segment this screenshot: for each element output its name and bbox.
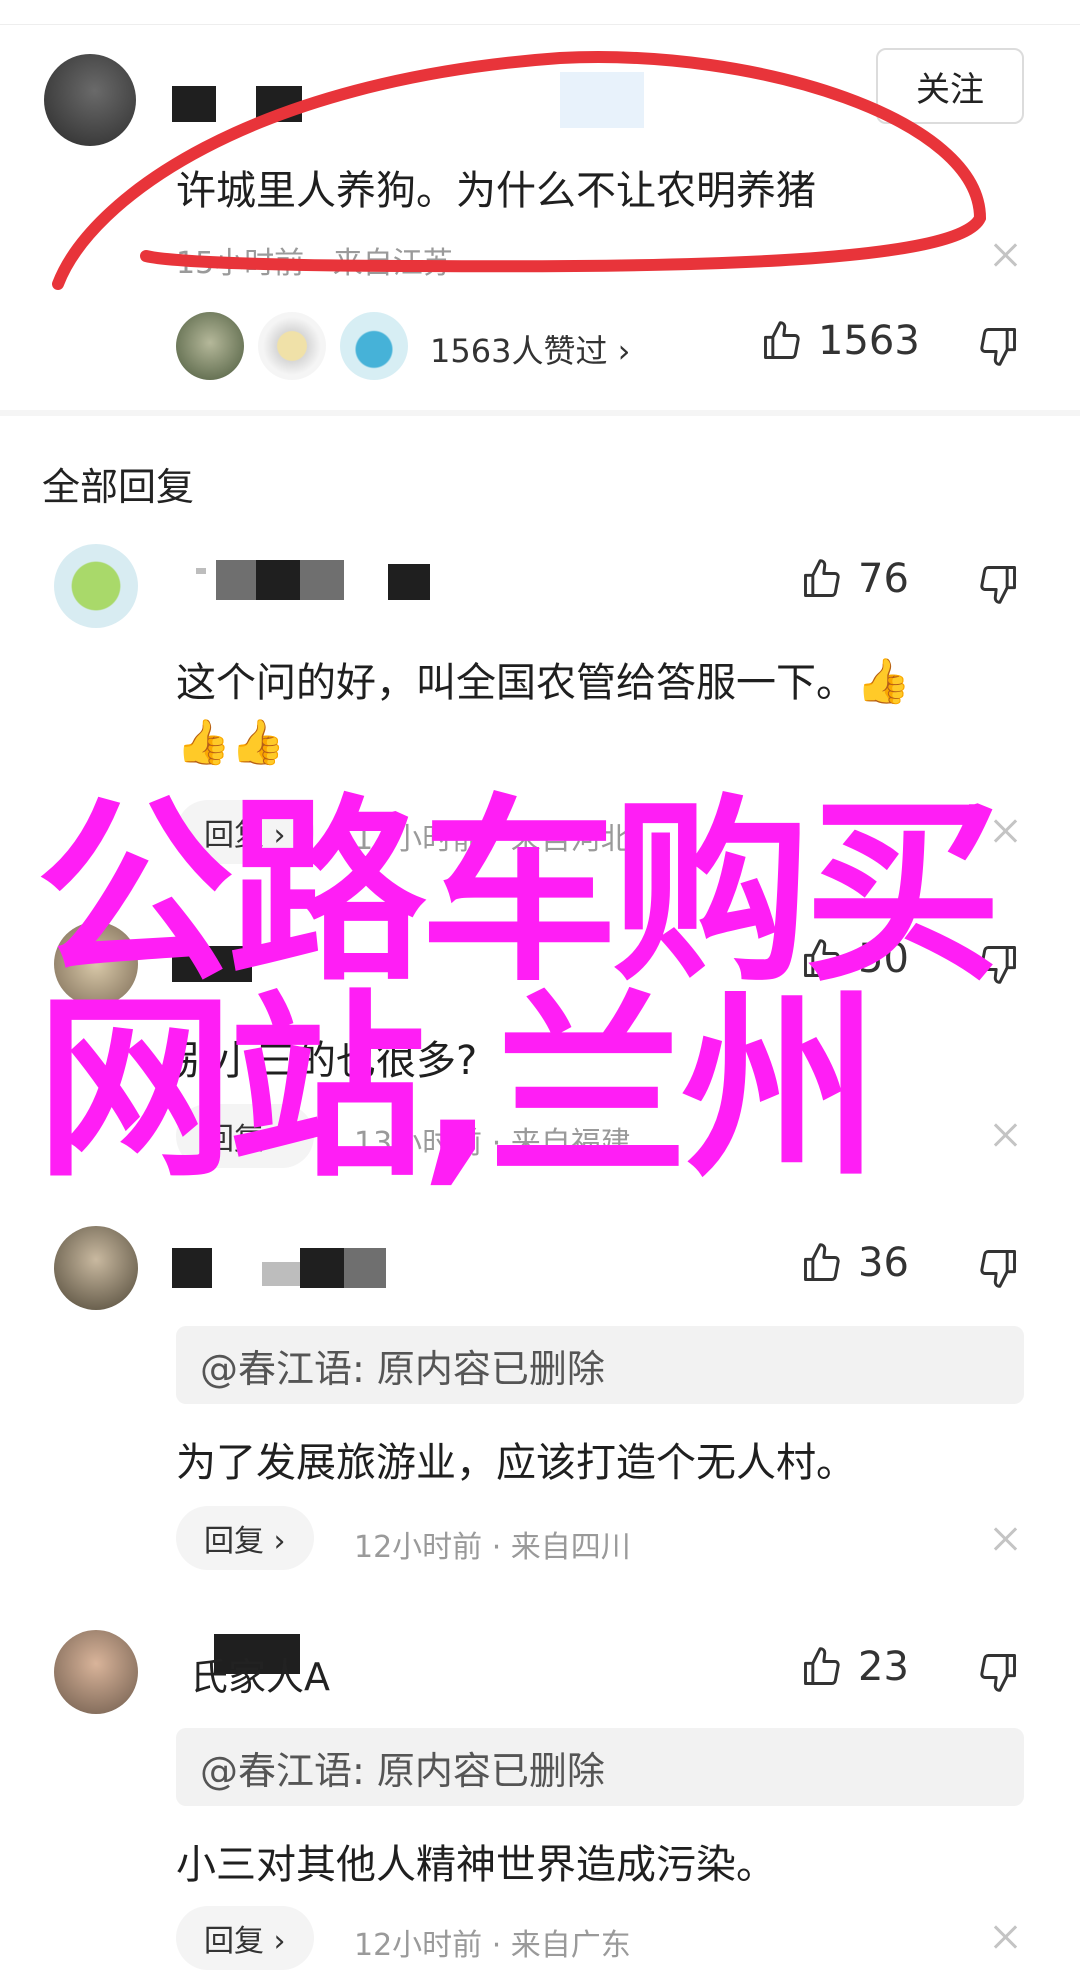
- reply-like-count: 76: [858, 556, 909, 602]
- reply-avatar[interactable]: [54, 1630, 138, 1714]
- reply-emoji-row: 👍👍: [176, 716, 286, 768]
- liked-by-link[interactable]: 1563人赞过 ›: [430, 326, 630, 372]
- username-redacted: [172, 1248, 212, 1288]
- reply-text: 为了发展旅游业，应该打造个无人村。: [176, 1440, 856, 1486]
- liker-avatar-3[interactable]: [340, 312, 408, 380]
- thumbs-up-icon: [804, 1243, 840, 1281]
- thumbs-up-icon: [764, 321, 800, 359]
- thumbs-down-icon[interactable]: [976, 324, 1020, 368]
- top-comment-like[interactable]: 1563: [760, 318, 920, 364]
- username-redacted: [262, 1262, 302, 1286]
- section-title: 全部回复: [42, 465, 195, 509]
- username-redacted: [300, 1248, 344, 1288]
- thumbs-down-icon[interactable]: [976, 1246, 1020, 1290]
- reply-like[interactable]: 36: [800, 1240, 909, 1286]
- username-redacted: [388, 564, 430, 600]
- reply-like[interactable]: 23: [800, 1644, 909, 1690]
- reply-like[interactable]: 76: [800, 556, 909, 602]
- thumbs-up-emoji: 👍: [230, 717, 286, 768]
- thumbs-up-icon: [804, 559, 840, 597]
- reply-button[interactable]: 回复 ›: [176, 1906, 314, 1970]
- reply-meta: 12小时前 · 来自四川: [354, 1530, 631, 1565]
- reply-avatar[interactable]: [54, 1226, 138, 1310]
- thumbs-up-icon: [804, 1647, 840, 1685]
- username-redacted: [216, 560, 256, 600]
- liker-avatar-1[interactable]: [176, 312, 244, 380]
- overlay-text-line-1: 公路车购买: [36, 777, 1002, 1008]
- section-gap: [0, 410, 1080, 416]
- reply-like-count: 23: [858, 1644, 909, 1690]
- thumbs-down-icon[interactable]: [976, 562, 1020, 606]
- reply-text: 小三对其他人精神世界造成污染。: [176, 1842, 776, 1888]
- reply-text: 这个问的好，叫全国农管给答服一下。👍: [176, 656, 911, 707]
- reply-username[interactable]: 氏家人A: [190, 1646, 330, 1701]
- username-redacted: [256, 560, 300, 600]
- reply-avatar[interactable]: [54, 544, 138, 628]
- overlay-text-line-2: 网站,兰州: [36, 973, 879, 1204]
- top-comment-like-count: 1563: [818, 318, 920, 364]
- reply-button[interactable]: 回复 ›: [176, 1506, 314, 1570]
- username-redacted: [344, 1248, 386, 1288]
- red-annotation-oval: [52, 51, 987, 290]
- thumbs-up-emoji: 👍: [176, 717, 231, 768]
- thumbs-up-emoji: 👍: [856, 656, 911, 707]
- close-icon[interactable]: [990, 1120, 1020, 1150]
- username-redacted: [196, 568, 206, 574]
- quoted-reply[interactable]: @春江语: 原内容已删除: [176, 1326, 1024, 1404]
- reply-meta: 12小时前 · 来自广东: [354, 1928, 631, 1963]
- close-icon[interactable]: [990, 1524, 1020, 1554]
- username-redacted: [300, 560, 344, 600]
- reply-like-count: 36: [858, 1240, 909, 1286]
- liker-avatar-2[interactable]: [258, 312, 326, 380]
- close-icon[interactable]: [990, 1922, 1020, 1952]
- quoted-reply[interactable]: @春江语: 原内容已删除: [176, 1728, 1024, 1806]
- thumbs-down-icon[interactable]: [976, 1650, 1020, 1694]
